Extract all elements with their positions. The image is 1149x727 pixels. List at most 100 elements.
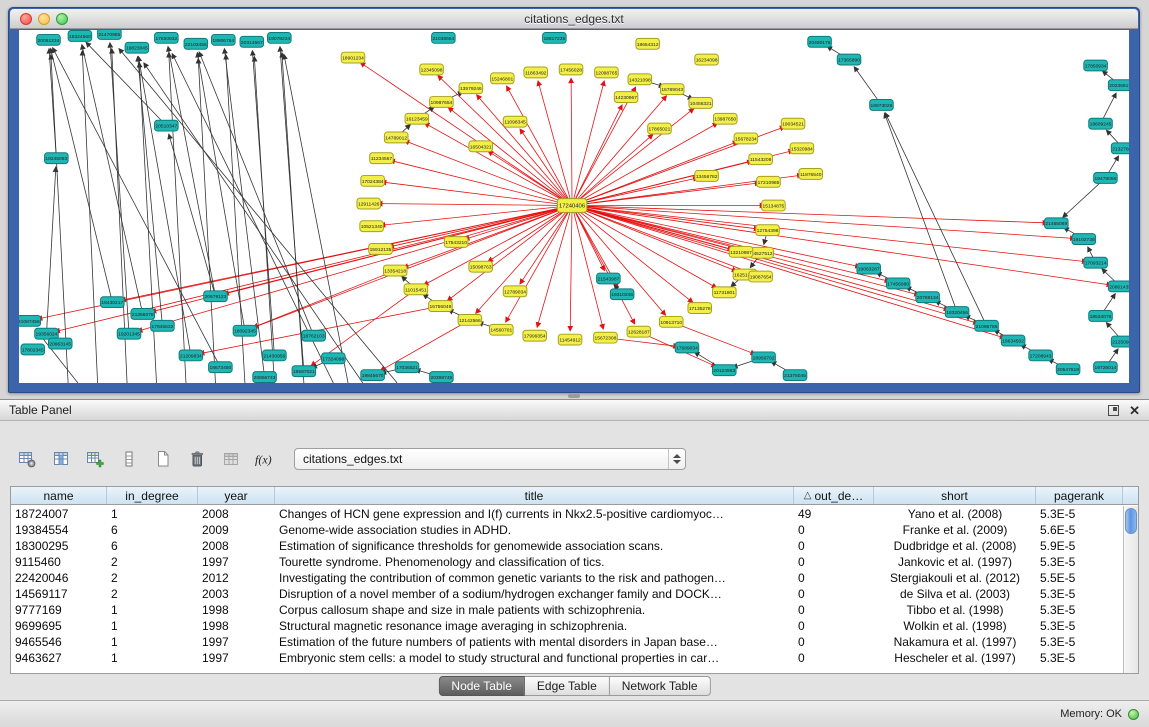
table-body: 1872400712008Changes of HCN gene express… — [11, 506, 1123, 673]
graph-edge — [572, 206, 978, 324]
table-row[interactable]: 1456911722003Disruption of a novel membe… — [11, 586, 1123, 602]
graph-node-label: 18245093 — [45, 156, 67, 162]
table-scrollbar-track[interactable] — [1123, 506, 1138, 673]
table-cell: 1 — [107, 618, 198, 634]
close-panel-icon[interactable]: ✕ — [1129, 405, 1140, 416]
graph-node-label: 11015451 — [405, 287, 427, 293]
table-cell: 0 — [794, 602, 874, 618]
column-header-pagerank[interactable]: pagerank — [1036, 487, 1123, 504]
graph-node-label: 17036521 — [396, 365, 418, 371]
table-cell: 5.3E-5 — [1036, 650, 1123, 666]
table-cell: 0 — [794, 554, 874, 570]
panel-resize-handle[interactable] — [568, 394, 580, 398]
window-title: citations_edges.txt — [524, 12, 623, 26]
graph-node-label: 11863492 — [525, 70, 547, 76]
function-builder-button[interactable]: f(x) — [252, 446, 278, 472]
network-selector-value: citations_edges.txt — [295, 452, 668, 466]
graph-node-label: 21087456 — [19, 319, 40, 325]
graph-edge — [224, 206, 572, 295]
graph-node-label: 11234567 — [371, 156, 393, 162]
table-panel-header: Table Panel ✕ — [0, 400, 1149, 421]
show-columns-button[interactable] — [48, 446, 74, 472]
table-scrollbar-thumb[interactable] — [1125, 508, 1137, 534]
column-header-short[interactable]: short — [874, 487, 1036, 504]
float-panel-icon[interactable] — [1108, 405, 1119, 416]
graph-node-label: 15246801 — [491, 76, 513, 82]
citation-network-graph[interactable]: 1724040615134875127543981452751216251332… — [19, 30, 1129, 383]
delete-column-button[interactable] — [184, 446, 210, 472]
sort-indicator-icon: △ — [804, 490, 812, 501]
graph-node-label: 12142566 — [459, 318, 481, 324]
graph-node-label: 16504321 — [470, 144, 492, 150]
graph-edge — [381, 182, 572, 206]
svg-text:f(x): f(x) — [255, 453, 272, 467]
graph-node-label: 11098345 — [504, 120, 526, 126]
column-header-label: in_degree — [125, 489, 178, 503]
column-header-label: title — [525, 489, 544, 503]
table-row[interactable]: 977716911998Corpus callosum shape and si… — [11, 602, 1123, 618]
table-row[interactable]: 1938455462009Genome-wide association stu… — [11, 522, 1123, 538]
network-selector-dropdown[interactable]: citations_edges.txt — [294, 448, 686, 470]
column-header-name[interactable]: name — [11, 487, 107, 504]
table-cell: 2003 — [198, 586, 275, 602]
table-row[interactable]: 2242004622012Investigating the contribut… — [11, 570, 1123, 586]
create-column-button[interactable] — [82, 446, 108, 472]
graph-node-label: 19356024 — [36, 332, 58, 338]
column-header-in_degree[interactable]: in_degree — [107, 487, 198, 504]
show-columns-icon — [52, 450, 70, 468]
graph-node-label: 10987654 — [430, 100, 452, 106]
column-header-year[interactable]: year — [198, 487, 275, 504]
graph-node-label: 20314567 — [241, 40, 263, 46]
zoom-button[interactable] — [56, 13, 68, 25]
graph-node-label: 20963145 — [49, 342, 71, 348]
graph-node-label: 19201345 — [118, 332, 140, 338]
table-cell: 5.9E-5 — [1036, 538, 1123, 554]
graph-node-label: 18956702 — [753, 355, 775, 361]
table-row[interactable]: 911546021997Tourette syndrome. Phenomeno… — [11, 554, 1123, 570]
table-row[interactable]: 946554611997Estimation of the future num… — [11, 634, 1123, 650]
graph-node-label: 18534076 — [1090, 314, 1112, 320]
table-mode-button[interactable] — [14, 446, 40, 472]
close-button[interactable] — [20, 13, 32, 25]
table-header-row: name in_degree year title △out_de…shortpager… — [11, 487, 1138, 505]
network-window-titlebar[interactable]: citations_edges.txt — [10, 9, 1138, 29]
graph-node-label: 18762103 — [303, 334, 325, 340]
graph-node-label: 16789043 — [661, 87, 683, 93]
table-row[interactable]: 969969511998Structural magnetic resonanc… — [11, 618, 1123, 634]
graph-node-label: 19845670 — [362, 373, 384, 379]
graph-node-label: 17324098 — [322, 356, 344, 362]
graph-node-label: 21470985 — [98, 32, 120, 38]
graph-node-label: 20861435 — [1109, 284, 1129, 290]
table-row[interactable]: 1830029562008Estimation of significance … — [11, 538, 1123, 554]
graph-node-label: 17210985 — [758, 180, 780, 186]
table-cell: Estimation of the future numbers of pati… — [275, 634, 794, 650]
import-table-button[interactable] — [218, 446, 244, 472]
tab-network-table[interactable]: Network Table — [610, 676, 711, 696]
tab-node-table[interactable]: Node Table — [438, 676, 525, 696]
graph-edge — [572, 105, 622, 206]
table-cell: Genome-wide association studies in ADHD. — [275, 522, 794, 538]
tab-edge-table[interactable]: Edge Table — [525, 676, 610, 696]
column-header-title[interactable]: title — [275, 487, 794, 504]
select-column-button[interactable] — [116, 446, 142, 472]
create-column-icon — [86, 450, 104, 468]
network-canvas[interactable]: 1724040615134875127543981452751216251332… — [19, 30, 1129, 383]
table-cell: 1 — [107, 634, 198, 650]
select-column-icon — [120, 450, 138, 468]
graph-node-label: 13354218 — [384, 269, 406, 275]
table-row[interactable]: 1872400712008Changes of HCN gene express… — [11, 506, 1123, 522]
graph-node-label: 16756049 — [430, 304, 452, 310]
column-header-out_de[interactable]: △out_de… — [794, 487, 874, 504]
table-row[interactable]: 946362711997Embryonic stem cells: a mode… — [11, 650, 1123, 666]
import-table-icon — [222, 450, 240, 468]
minimize-button[interactable] — [38, 13, 50, 25]
table-cell: Jankovic et al. (1997) — [874, 554, 1036, 570]
graph-node-label: 18654312 — [637, 42, 659, 48]
graph-node-label: 17024384 — [362, 179, 384, 185]
table-cell: de Silva et al. (2003) — [874, 586, 1036, 602]
table-cell: Hescheler et al. (1997) — [874, 650, 1036, 666]
graph-node-label: 17240406 — [559, 203, 586, 209]
new-document-button[interactable] — [150, 446, 176, 472]
graph-edge — [169, 134, 216, 296]
graph-node-label: 12345098 — [421, 67, 443, 73]
